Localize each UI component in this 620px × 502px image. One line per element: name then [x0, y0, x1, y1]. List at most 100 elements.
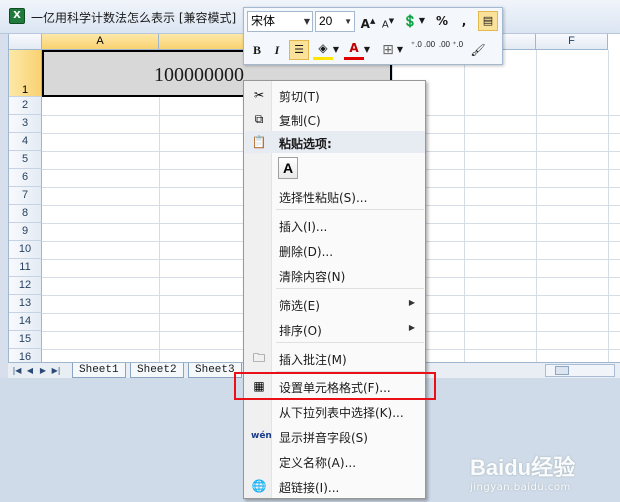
gridline	[464, 50, 465, 362]
excel-icon[interactable]: X	[9, 8, 25, 24]
menu-item-copy[interactable]: ⧉ 复制(C)	[245, 108, 425, 130]
scissors-icon: ✂	[253, 88, 265, 102]
menu-item-sort[interactable]: 排序(O) ▶	[245, 318, 425, 340]
font-size-select[interactable]: 20 ▼	[315, 11, 355, 32]
menu-item-label: 剪切(T)	[279, 90, 320, 104]
menu-item-cut[interactable]: ✂ 剪切(T)	[245, 84, 425, 106]
menu-item-hyperlink[interactable]: 🌐 超链接(I)...	[245, 475, 425, 497]
menu-item-label: 显示拼音字段(S)	[279, 431, 368, 445]
row-header[interactable]: 2	[9, 97, 42, 115]
row-header[interactable]: 12	[9, 277, 42, 295]
font-name-select[interactable]: 宋体 ▼	[247, 11, 313, 32]
row-header[interactable]: 11	[9, 259, 42, 277]
watermark-url: jingyan.baidu.com	[470, 482, 571, 493]
prev-sheet-icon[interactable]: ◀	[25, 365, 35, 376]
row-header[interactable]: 3	[9, 115, 42, 133]
column-header-f[interactable]: F	[536, 34, 608, 50]
menu-item-filter[interactable]: 筛选(E) ▶	[245, 293, 425, 315]
comma-button[interactable]: ,	[454, 11, 474, 31]
copy-icon: ⧉	[254, 112, 264, 126]
select-all-corner[interactable]	[9, 34, 42, 50]
borders-icon[interactable]: ⊞	[378, 40, 398, 60]
menu-item-delete[interactable]: 删除(D)...	[245, 239, 425, 261]
row-header[interactable]: 6	[9, 169, 42, 187]
italic-button[interactable]: I	[267, 40, 287, 60]
sheet-tab-1[interactable]: Sheet1	[72, 363, 126, 378]
submenu-arrow-icon: ▶	[408, 298, 415, 307]
chevron-down-icon: ▼	[344, 17, 352, 26]
chevron-down-icon[interactable]: ▼	[363, 40, 371, 60]
chevron-down-icon[interactable]: ▼	[332, 40, 340, 60]
row-header[interactable]: 4	[9, 133, 42, 151]
clipboard-icon: 📋	[251, 135, 267, 149]
column-header-a[interactable]: A	[42, 34, 159, 50]
font-name-value: 宋体	[251, 14, 276, 28]
gridline	[608, 50, 609, 362]
menu-item-label: 复制(C)	[279, 114, 321, 128]
row-header-1[interactable]: 1	[9, 50, 42, 97]
menu-item-paste-special[interactable]: 选择性粘贴(S)...	[245, 185, 425, 207]
shrink-font-icon[interactable]: A▼	[378, 11, 398, 31]
row-header[interactable]: 9	[9, 223, 42, 241]
menu-item-label: 排序(O)	[279, 324, 322, 338]
menu-separator	[276, 342, 424, 343]
menu-item-pick-from-list[interactable]: 从下拉列表中选择(K)...	[245, 400, 425, 422]
format-painter-grid-icon[interactable]: ▤	[478, 11, 498, 31]
submenu-arrow-icon: ▶	[408, 323, 415, 332]
menu-item-show-phonetic[interactable]: wén 显示拼音字段(S)	[245, 425, 425, 447]
menu-item-label: 清除内容(N)	[279, 270, 346, 284]
phonetic-icon: wén	[251, 431, 272, 441]
increase-decimal-button[interactable]: ⁺.0 .00	[410, 40, 436, 60]
menu-separator	[276, 288, 424, 289]
scrollbar-thumb[interactable]	[555, 366, 569, 375]
last-sheet-icon[interactable]: ▶|	[51, 365, 61, 376]
menu-item-clear-contents[interactable]: 清除内容(N)	[245, 264, 425, 286]
align-center-icon[interactable]: ☰	[289, 40, 309, 60]
menu-item-define-name[interactable]: 定义名称(A)...	[245, 450, 425, 472]
mini-toolbar: 宋体 ▼ 20 ▼ A▲ A▼ 💲 ▼ % , ▤ B I ☰ ◈ ▼ A ▼ ⊞ …	[243, 7, 503, 65]
format-painter-icon[interactable]: 🖌	[468, 40, 488, 60]
menu-separator	[276, 209, 424, 210]
row-header[interactable]: 16	[9, 349, 42, 362]
row-header[interactable]: 14	[9, 313, 42, 331]
row-header[interactable]: 8	[9, 205, 42, 223]
gridline	[536, 50, 537, 362]
window-title: 一亿用科学计数法怎么表示 [兼容模式]	[31, 11, 237, 25]
paste-values-button[interactable]: A	[278, 157, 298, 179]
row-header[interactable]: 7	[9, 187, 42, 205]
horizontal-scrollbar[interactable]	[545, 364, 615, 377]
chevron-down-icon[interactable]: ▼	[396, 40, 404, 60]
watermark-brand: Baidu经验	[470, 455, 576, 480]
paste-options-header: 📋 粘贴选项:	[245, 131, 425, 153]
first-sheet-icon[interactable]: |◀	[12, 365, 22, 376]
row-header[interactable]: 15	[9, 331, 42, 349]
accounting-format-icon[interactable]: 💲	[400, 11, 420, 31]
percent-button[interactable]: %	[432, 11, 452, 31]
menu-item-label: 定义名称(A)...	[279, 456, 357, 470]
chevron-down-icon[interactable]: ▼	[418, 11, 426, 31]
grow-font-icon[interactable]: A▲	[358, 11, 378, 31]
chevron-down-icon: ▼	[303, 17, 310, 26]
globe-link-icon: 🌐	[251, 479, 267, 493]
bold-button[interactable]: B	[247, 40, 267, 60]
menu-item-insert-comment[interactable]: 🗀 插入批注(M)	[245, 347, 425, 369]
menu-item-label: 超链接(I)...	[279, 481, 340, 495]
row-header[interactable]: 13	[9, 295, 42, 313]
sheet-tab-2[interactable]: Sheet2	[130, 363, 184, 378]
menu-item-label: 粘贴选项:	[279, 137, 332, 151]
font-size-value: 20	[319, 14, 333, 28]
menu-item-label: 删除(D)...	[279, 245, 334, 259]
decrease-decimal-button[interactable]: .00 ⁺.0	[438, 40, 464, 60]
font-color-icon[interactable]: A	[344, 40, 364, 60]
menu-item-label: 插入(I)...	[279, 220, 328, 234]
highlight-box	[234, 372, 436, 400]
comment-icon: 🗀	[252, 351, 265, 365]
fill-color-icon[interactable]: ◈	[313, 40, 333, 60]
row-header[interactable]: 10	[9, 241, 42, 259]
row-header[interactable]: 5	[9, 151, 42, 169]
menu-item-insert[interactable]: 插入(I)...	[245, 214, 425, 236]
menu-item-label: 选择性粘贴(S)...	[279, 191, 368, 205]
menu-item-label: 从下拉列表中选择(K)...	[279, 406, 404, 420]
next-sheet-icon[interactable]: ▶	[38, 365, 48, 376]
watermark: Baidu经验 jingyan.baidu.com	[470, 450, 575, 493]
